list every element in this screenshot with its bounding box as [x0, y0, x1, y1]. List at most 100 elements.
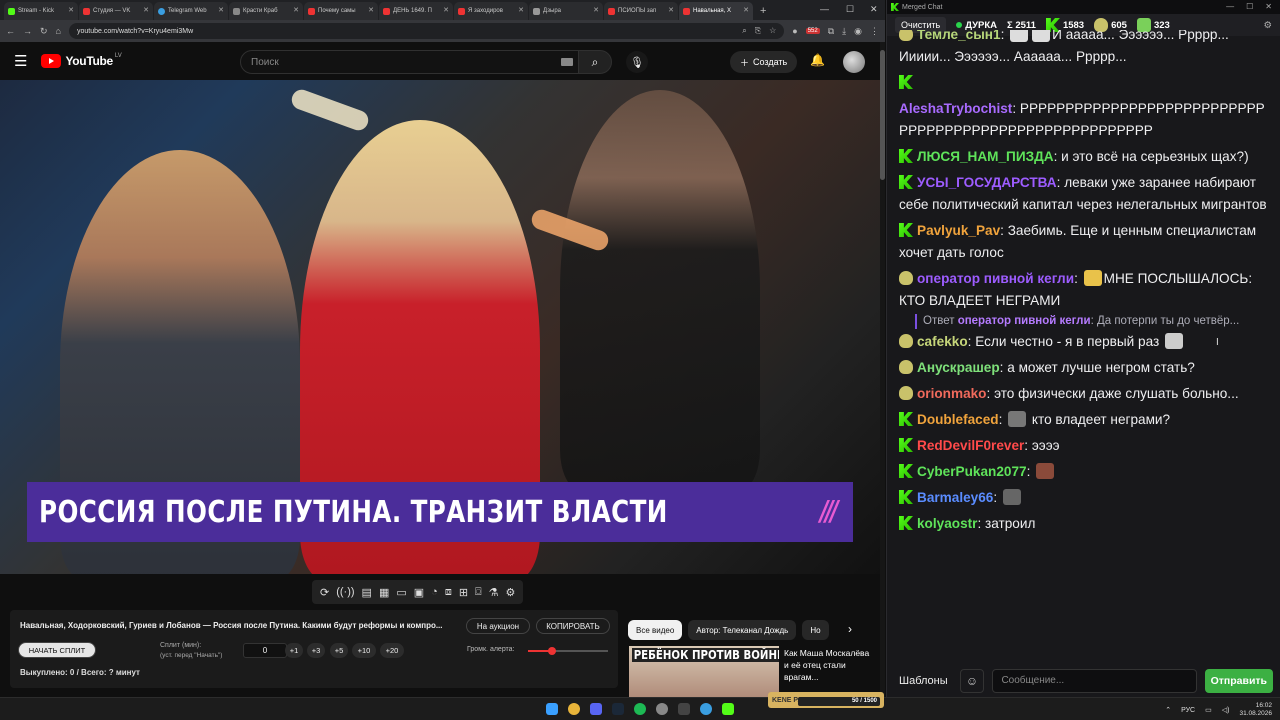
menu-icon[interactable]: ⋮ — [870, 26, 879, 37]
close-icon[interactable]: ✕ — [443, 6, 449, 14]
chat-username[interactable]: RedDevilF0rever — [917, 438, 1024, 453]
reply-quote[interactable]: Ответ оператор пивной кегли: Да потерпи … — [915, 314, 1269, 329]
add-icon[interactable]: ⊞ — [459, 586, 468, 599]
search-input[interactable]: Поиск — [240, 50, 582, 74]
translate-icon[interactable]: ⎘ — [755, 26, 761, 36]
minimize-icon[interactable]: — — [1226, 2, 1234, 11]
spotify-icon[interactable] — [634, 703, 646, 715]
send-button[interactable]: Отправить — [1204, 668, 1273, 693]
maximize-icon[interactable]: ☐ — [846, 4, 854, 15]
loop-icon[interactable]: ⟳ — [320, 586, 329, 599]
speed-icon[interactable]: ◔ — [431, 586, 438, 598]
film-icon[interactable]: ▦ — [379, 586, 389, 599]
tab-vk[interactable]: Студия — VK ✕ — [79, 2, 153, 20]
volume-icon[interactable]: ◁) — [1222, 706, 1230, 714]
recommendation-thumbnail[interactable]: РЕБЁНОК ПРОТИВ ВОЙНЫ — [629, 646, 779, 697]
chat-username[interactable]: Анускрашер — [917, 360, 1000, 375]
address-bar[interactable]: youtube.com/watch?v=Kryu4emi3Mw ⌕ ⎘ ☆ — [68, 23, 785, 39]
chat-username[interactable]: Doublefaced — [917, 412, 999, 427]
profile-icon[interactable]: ◉ — [854, 26, 862, 37]
hamburger-icon[interactable]: ☰ — [14, 52, 27, 70]
download-icon[interactable]: ⤓ — [842, 26, 846, 37]
page-scrollbar[interactable] — [880, 42, 885, 697]
keyboard-icon[interactable] — [561, 58, 573, 66]
chat-username[interactable]: Barmaley66 — [917, 490, 993, 505]
chip-all-videos[interactable]: Все видео — [628, 620, 683, 640]
split-input[interactable]: 0 — [243, 643, 287, 658]
resize-icon[interactable]: ⧈ — [445, 586, 452, 599]
chat-username[interactable]: cafekko — [917, 334, 968, 349]
close-icon[interactable]: ✕ — [68, 6, 74, 14]
flask-icon[interactable]: ⚗ — [489, 586, 499, 599]
bookmark-icon[interactable]: ☆ — [769, 26, 776, 36]
increment-button[interactable]: +5 — [330, 643, 348, 658]
chat-username[interactable]: ЛЮСЯ_НАМ_ПИЗДА — [917, 149, 1054, 164]
increment-button[interactable]: +10 — [352, 643, 376, 658]
chat-username[interactable]: orionmako — [917, 386, 987, 401]
alert-volume-slider[interactable] — [528, 647, 608, 655]
scrollbar-thumb[interactable] — [880, 50, 885, 180]
extension-icon[interactable]: ● — [792, 26, 797, 36]
create-button[interactable]: ＋ Создать — [730, 51, 798, 73]
close-icon[interactable]: ✕ — [143, 6, 149, 14]
chip-author[interactable]: Автор: Телеканал Дождь — [688, 620, 797, 640]
tab-dzyra[interactable]: Дзыра ✕ — [529, 2, 603, 20]
tab-den[interactable]: ДЕНЬ 1649. П ✕ — [379, 2, 453, 20]
home-icon[interactable]: ⌂ — [56, 26, 61, 36]
close-icon[interactable]: ✕ — [368, 6, 374, 14]
new-tab-button[interactable]: + — [760, 5, 766, 17]
auction-button[interactable]: На аукцион — [466, 618, 530, 634]
gear-icon[interactable]: ⚙ — [506, 586, 516, 599]
language-indicator[interactable]: РУС — [1181, 707, 1195, 714]
chevron-up-icon[interactable]: ⌃ — [1165, 706, 1171, 714]
close-icon[interactable]: ✕ — [593, 6, 599, 14]
clock[interactable]: 16:02 31.08.2026 — [1239, 702, 1272, 718]
window-close-icon[interactable]: ✕ — [870, 4, 878, 15]
chat-username[interactable]: оператор пивной кегли — [917, 271, 1074, 286]
network-icon[interactable]: ▭ — [1205, 706, 1212, 714]
avatar[interactable] — [843, 51, 865, 73]
search-icon[interactable]: ⌕ — [742, 26, 746, 36]
close-icon[interactable]: ✕ — [668, 6, 674, 14]
search-button[interactable]: ⌕ — [578, 50, 612, 74]
increment-button[interactable]: +3 — [307, 643, 325, 658]
chip-new[interactable]: Но — [802, 620, 829, 640]
tab-pochemu[interactable]: Почему самы ✕ — [304, 2, 378, 20]
steam-icon[interactable] — [612, 703, 624, 715]
puzzle-icon[interactable]: ⧉ — [828, 26, 834, 37]
chat-username[interactable]: AleshaTrybochist — [899, 101, 1012, 116]
tab-krasti[interactable]: Красти Краб ✕ — [229, 2, 303, 20]
chat-username[interactable]: Pavlyuk_Pav — [917, 223, 1000, 238]
close-icon[interactable]: ✕ — [518, 6, 524, 14]
chevron-right-icon[interactable]: › — [848, 622, 852, 636]
app-icon[interactable] — [678, 703, 690, 715]
close-icon[interactable]: ✕ — [1265, 2, 1272, 11]
forward-icon[interactable]: → — [23, 26, 32, 36]
chrome-icon[interactable] — [568, 703, 580, 715]
start-split-button[interactable]: НАЧАТЬ СПЛИТ — [18, 642, 96, 658]
maximize-icon[interactable]: ☐ — [1246, 2, 1253, 11]
emoji-button[interactable]: ☺ — [959, 668, 985, 693]
extension-badge[interactable]: 552 — [805, 28, 820, 34]
video-player[interactable]: РОССИЯ ПОСЛЕ ПУТИНА. ТРАНЗИТ ВЛАСТИ /// — [0, 80, 880, 574]
close-icon[interactable]: ✕ — [293, 6, 299, 14]
tab-navalnaya[interactable]: Навальная, Х ✕ — [679, 2, 753, 20]
close-icon[interactable]: ✕ — [743, 6, 749, 14]
chat-username[interactable]: Темле_сын1 — [917, 30, 1001, 42]
tab-zakhod[interactable]: Я заходиров ✕ — [454, 2, 528, 20]
copy-button[interactable]: КОПИРОВАТЬ — [536, 618, 610, 634]
increment-button[interactable]: +20 — [380, 643, 404, 658]
kick-icon[interactable] — [722, 703, 734, 715]
camera-icon[interactable]: ⌼ — [475, 586, 482, 599]
settings-icon[interactable]: ⚙ — [1263, 20, 1272, 31]
message-input[interactable]: Сообщение... — [992, 668, 1197, 693]
tab-psiopy[interactable]: ПСИОПЫ зап ✕ — [604, 2, 678, 20]
theater-icon[interactable]: ▭ — [396, 586, 406, 599]
minimize-icon[interactable]: — — [820, 4, 829, 14]
discord-icon[interactable] — [590, 703, 602, 715]
bell-icon[interactable]: 🔔 — [810, 53, 825, 67]
tab-telegram[interactable]: Telegram Web ✕ — [154, 2, 228, 20]
recommendation-title[interactable]: Как Маша Москалёва и её отец стали врага… — [784, 647, 874, 683]
broadcast-icon[interactable]: ((·)) — [336, 586, 354, 598]
cinema-icon[interactable]: ▣ — [414, 586, 424, 599]
